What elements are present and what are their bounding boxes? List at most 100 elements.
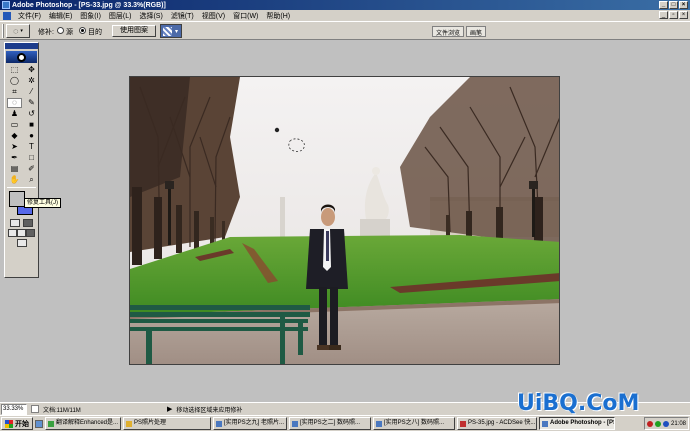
- brush-tool-icon[interactable]: ✎: [24, 98, 39, 108]
- full-screen-menu-mode-icon[interactable]: [17, 229, 26, 237]
- task-item-ps-nine[interactable]: [实用PS之九] 老照片...: [213, 417, 287, 430]
- windows-logo-icon: [5, 419, 13, 428]
- notes-tool-icon[interactable]: ▤: [7, 164, 22, 174]
- doc-minimize-button[interactable]: _: [659, 11, 668, 19]
- use-pattern-button[interactable]: 使用图案: [112, 25, 156, 37]
- clone-stamp-tool-icon[interactable]: ♟: [7, 109, 22, 119]
- patch-tool-icon[interactable]: ◌: [7, 98, 22, 108]
- full-screen-mode-icon[interactable]: [26, 229, 35, 237]
- path-selection-tool-icon[interactable]: ➤: [7, 142, 22, 152]
- source-radio[interactable]: [57, 27, 64, 34]
- destination-radio[interactable]: [79, 27, 86, 34]
- toolbox-titlebar[interactable]: [5, 43, 38, 49]
- status-menu-arrow-icon[interactable]: ▶: [167, 405, 172, 413]
- options-bar-grip[interactable]: [2, 24, 4, 38]
- type-tool-icon[interactable]: T: [24, 142, 39, 152]
- clock: 21:08: [670, 420, 686, 427]
- toolbox-divider: [7, 187, 36, 188]
- tab-file-browser[interactable]: 文件浏览: [432, 26, 465, 37]
- browser-icon: [216, 420, 222, 427]
- task-item-ps-two[interactable]: [实用PS之二] 数码照...: [289, 417, 371, 430]
- app-icon: [48, 420, 54, 427]
- standard-screen-mode-icon[interactable]: [8, 229, 17, 237]
- menu-filter[interactable]: 滤镜(T): [167, 11, 198, 21]
- task-item-translate[interactable]: 翻译解释Enhanced是...: [45, 417, 121, 430]
- photoshop-icon: [542, 420, 548, 427]
- task-item-photoshop[interactable]: Adobe Photoshop - [PS...: [539, 417, 615, 430]
- source-label: 源: [66, 29, 73, 36]
- menu-layer[interactable]: 图层(L): [105, 11, 136, 21]
- maximize-button[interactable]: □: [669, 1, 678, 9]
- eraser-tool-icon[interactable]: ▭: [7, 120, 22, 130]
- adobe-online-button[interactable]: [6, 51, 37, 63]
- chevron-down-icon: ▾: [20, 28, 23, 34]
- blur-tool-icon[interactable]: ◆: [7, 131, 22, 141]
- tray-shield-icon[interactable]: [646, 420, 653, 427]
- task-item-ps-eight[interactable]: [实用PS之八] 数码照...: [373, 417, 455, 430]
- document-window-controls: _ ▫ ×: [659, 11, 688, 19]
- minimize-button[interactable]: _: [659, 1, 668, 9]
- browser-icon: [292, 420, 298, 427]
- doc-restore-button[interactable]: ▫: [669, 11, 678, 19]
- tool-grid: ⬚ ✥ ◯ ✲ ⌗ ⁄ ◌ ✎ ♟ ↺ ▭ ■ ◆ ● ➤ T ✒ □ ▤ ✐ …: [5, 65, 38, 185]
- chevron-down-icon: ▾: [175, 28, 179, 35]
- quick-launch-icon[interactable]: [35, 419, 43, 428]
- task-item-acdsee[interactable]: PS-35.jpg - ACDSee 快...: [457, 417, 537, 430]
- document-icon[interactable]: [3, 11, 11, 20]
- zoom-tool-icon[interactable]: ⌕: [24, 175, 39, 185]
- eyedropper-tool-icon[interactable]: ✐: [24, 164, 39, 174]
- start-button[interactable]: 开始: [1, 417, 33, 430]
- menu-edit[interactable]: 编辑(E): [45, 11, 76, 21]
- hand-tool-icon[interactable]: ✋: [7, 175, 22, 185]
- menu-help[interactable]: 帮助(H): [262, 11, 294, 21]
- quick-mask-mode-icon[interactable]: [23, 219, 34, 227]
- zoom-level-field[interactable]: 33.33%: [1, 403, 27, 415]
- image-canvas[interactable]: [129, 76, 560, 365]
- dodge-tool-icon[interactable]: ●: [24, 131, 39, 141]
- palette-well: 文件浏览 画笔: [432, 26, 487, 37]
- site-watermark: UiBQ.CoM: [517, 391, 640, 416]
- window-title: Adobe Photoshop - [PS-33.jpg @ 33.3%(RGB…: [12, 1, 166, 9]
- menu-select[interactable]: 选择(S): [135, 11, 166, 21]
- close-button[interactable]: ×: [679, 1, 688, 9]
- status-hint: 移动选择区域来应用修补: [176, 407, 243, 414]
- standard-mode-icon[interactable]: [9, 219, 20, 227]
- task-label: [实用PS之九] 老照片...: [224, 420, 285, 426]
- tool-tooltip: 修复工具(J): [24, 198, 61, 208]
- toolbox: ⬚ ✥ ◯ ✲ ⌗ ⁄ ◌ ✎ ♟ ↺ ▭ ■ ◆ ● ➤ T ✒ □ ▤ ✐ …: [4, 42, 39, 278]
- jump-to-imageready-icon[interactable]: [16, 239, 27, 247]
- menu-window[interactable]: 窗口(W): [229, 11, 262, 21]
- taskbar: 开始 翻译解释Enhanced是... PS照片处理 [实用PS之九] 老照片.…: [0, 415, 690, 431]
- foreground-color-swatch[interactable]: [9, 191, 25, 207]
- menu-bar: 文件(F) 编辑(E) 图象(I) 图层(L) 选择(S) 滤镜(T) 视图(V…: [0, 10, 690, 21]
- tray-network-icon[interactable]: [654, 420, 661, 427]
- window-controls: _ □ ×: [659, 1, 688, 9]
- menu-image[interactable]: 图象(I): [76, 11, 105, 21]
- patch-tool-preset-picker[interactable]: ◌ ▾: [6, 24, 30, 38]
- pen-tool-icon[interactable]: ✒: [7, 153, 22, 163]
- tray-volume-icon[interactable]: [662, 420, 669, 427]
- task-label: [实用PS之二] 数码照...: [300, 420, 361, 426]
- shape-tool-icon[interactable]: □: [24, 153, 39, 163]
- document-info-icon[interactable]: [31, 405, 39, 413]
- menu-view[interactable]: 视图(V): [198, 11, 229, 21]
- move-tool-icon[interactable]: ✥: [24, 65, 39, 75]
- menu-file[interactable]: 文件(F): [14, 11, 45, 21]
- marquee-tool-icon[interactable]: ⬚: [7, 65, 22, 75]
- doc-close-button[interactable]: ×: [679, 11, 688, 19]
- pattern-picker[interactable]: ▾: [160, 24, 182, 38]
- tab-brushes[interactable]: 画笔: [466, 26, 487, 37]
- start-label: 开始: [15, 420, 29, 428]
- slice-tool-icon[interactable]: ⁄: [24, 87, 39, 97]
- history-brush-tool-icon[interactable]: ↺: [24, 109, 39, 119]
- patch-tool-icon: ◌: [13, 26, 19, 36]
- gradient-tool-icon[interactable]: ■: [24, 120, 39, 130]
- jump-to-row: [5, 238, 38, 248]
- browser-icon: [376, 420, 382, 427]
- task-item-ps-photo[interactable]: PS照片处理: [123, 417, 211, 430]
- park-photo: [130, 77, 559, 364]
- crop-tool-icon[interactable]: ⌗: [7, 87, 22, 97]
- photoshop-app-icon[interactable]: [2, 1, 10, 9]
- magic-wand-tool-icon[interactable]: ✲: [24, 76, 39, 86]
- lasso-tool-icon[interactable]: ◯: [7, 76, 22, 86]
